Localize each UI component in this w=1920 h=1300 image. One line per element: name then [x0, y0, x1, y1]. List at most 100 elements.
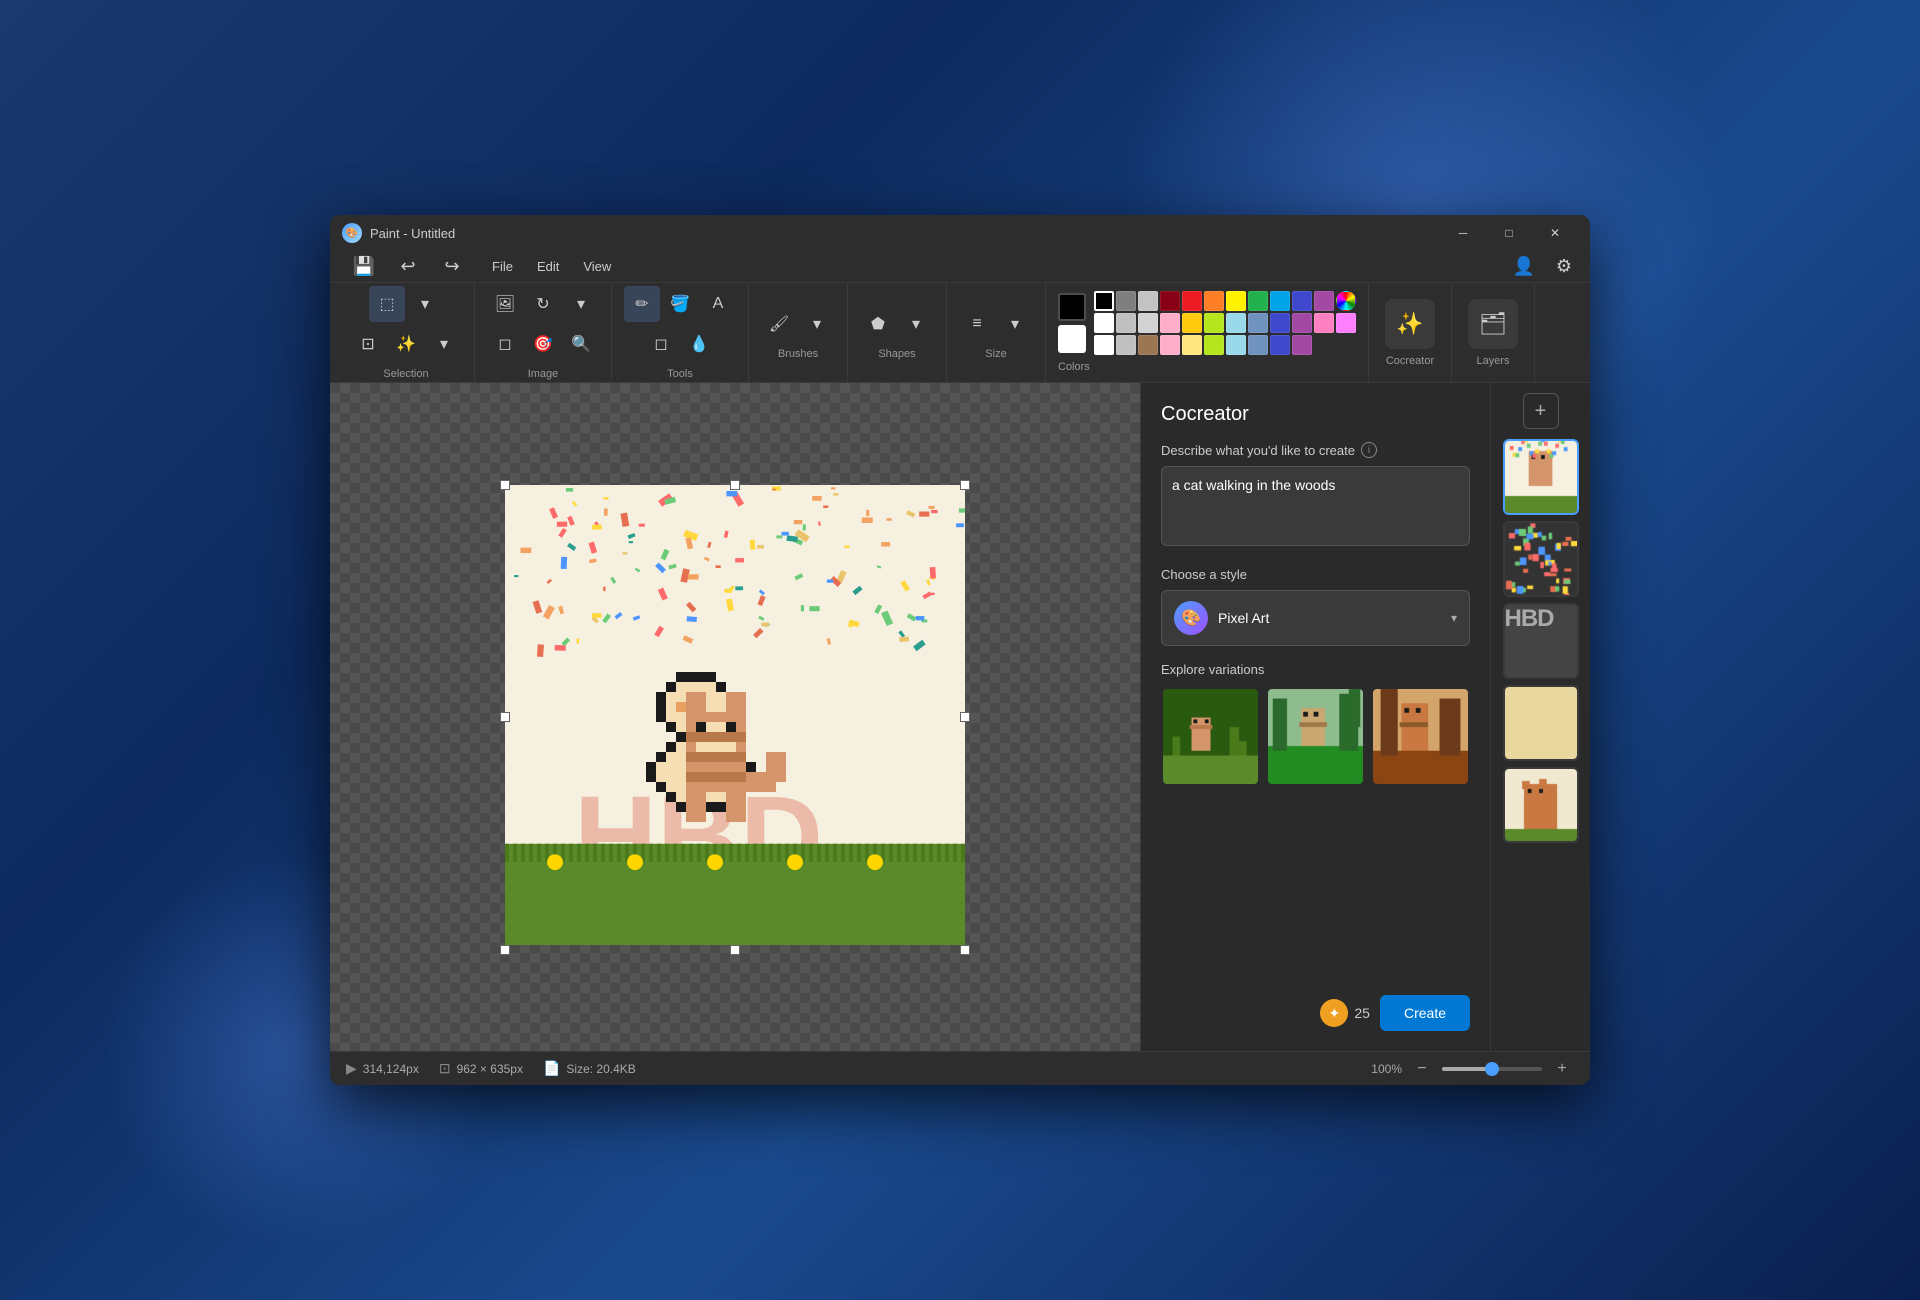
variation-1[interactable]: [1161, 687, 1260, 786]
color-cornflower[interactable]: [1248, 313, 1268, 333]
layer-4[interactable]: [1503, 685, 1579, 761]
brush-main-button[interactable]: 🖌: [761, 306, 797, 342]
menu-file[interactable]: File: [482, 255, 523, 278]
close-button[interactable]: ✕: [1532, 215, 1578, 251]
color-gray2[interactable]: [1138, 291, 1158, 311]
handle-top-center[interactable]: [730, 480, 740, 490]
color-periwinkle[interactable]: [1248, 335, 1268, 355]
menu-view[interactable]: View: [573, 255, 621, 278]
color-ltgray[interactable]: [1138, 313, 1158, 333]
color-lime[interactable]: [1204, 313, 1224, 333]
layer-thumb-4-inner: [1505, 687, 1577, 759]
color-plum[interactable]: [1292, 313, 1312, 333]
eraser-tool-button[interactable]: ◻: [643, 326, 679, 362]
color-ltlime[interactable]: [1204, 335, 1224, 355]
background-color[interactable]: [1058, 325, 1086, 353]
color-sky[interactable]: [1226, 313, 1246, 333]
color-white[interactable]: [1094, 313, 1114, 333]
minimize-button[interactable]: ─: [1440, 215, 1486, 251]
color-black[interactable]: [1094, 291, 1114, 311]
zoom-out-button[interactable]: −: [1410, 1057, 1434, 1081]
layers-toolbar-button[interactable]: 🗂: [1468, 299, 1518, 349]
color-lavender[interactable]: [1270, 313, 1290, 333]
info-icon[interactable]: i: [1361, 442, 1377, 458]
color-ltblue[interactable]: [1226, 335, 1246, 355]
image-rotate-dropdown[interactable]: ▾: [563, 286, 599, 322]
handle-bot-left[interactable]: [500, 945, 510, 955]
selection-magic-button[interactable]: ✨: [388, 326, 424, 362]
cocreator-toolbar-button[interactable]: ✨: [1385, 299, 1435, 349]
colors-label: Colors: [1058, 361, 1356, 373]
variation-3[interactable]: [1371, 687, 1470, 786]
save-button[interactable]: 💾: [346, 249, 382, 285]
color-red[interactable]: [1182, 291, 1202, 311]
layer-5[interactable]: [1503, 767, 1579, 843]
add-layer-button[interactable]: +: [1523, 393, 1559, 429]
maximize-button[interactable]: □: [1486, 215, 1532, 251]
redo-button[interactable]: ↪: [434, 249, 470, 285]
handle-mid-right[interactable]: [960, 712, 970, 722]
canvas-area[interactable]: [330, 383, 1140, 1051]
style-dropdown[interactable]: 🎨 Pixel Art ▾: [1161, 590, 1470, 646]
image-select-color-button[interactable]: 🎯: [525, 326, 561, 362]
selection-dropdown2[interactable]: ▾: [426, 326, 462, 362]
color-tan[interactable]: [1138, 335, 1158, 355]
size-main-button[interactable]: ≡: [959, 306, 995, 342]
shape-main-button[interactable]: ⬟: [860, 306, 896, 342]
color-silver[interactable]: [1116, 313, 1136, 333]
zoom-in-button[interactable]: +: [1550, 1057, 1574, 1081]
pencil-button[interactable]: ✏: [624, 286, 660, 322]
color-s2[interactable]: [1116, 335, 1136, 355]
settings-button[interactable]: ⚙: [1546, 249, 1582, 285]
color-rainbow[interactable]: [1336, 291, 1356, 311]
menu-edit[interactable]: Edit: [527, 255, 569, 278]
shapes-buttons: ⬟ ▾: [860, 306, 934, 342]
color-teal[interactable]: [1270, 291, 1290, 311]
color-darkred[interactable]: [1160, 291, 1180, 311]
color-peach[interactable]: [1160, 335, 1180, 355]
handle-bot-center[interactable]: [730, 945, 740, 955]
layer-2[interactable]: [1503, 521, 1579, 597]
color-gray1[interactable]: [1116, 291, 1136, 311]
color-ltyellow[interactable]: [1182, 335, 1202, 355]
shape-dropdown[interactable]: ▾: [898, 306, 934, 342]
color-violet[interactable]: [1336, 313, 1356, 333]
image-rotate-button[interactable]: ↻: [525, 286, 561, 322]
variation-2[interactable]: [1266, 687, 1365, 786]
color-green[interactable]: [1248, 291, 1268, 311]
color-yellow[interactable]: [1226, 291, 1246, 311]
foreground-color[interactable]: [1058, 293, 1086, 321]
color-navy[interactable]: [1270, 335, 1290, 355]
color-picker-button[interactable]: 💧: [681, 326, 717, 362]
image-eraser-button[interactable]: ◻: [487, 326, 523, 362]
text-button[interactable]: A: [700, 286, 736, 322]
selection-dropdown[interactable]: ▾: [407, 286, 443, 322]
color-pink[interactable]: [1314, 313, 1334, 333]
account-button[interactable]: 👤: [1506, 249, 1542, 285]
color-rose[interactable]: [1160, 313, 1180, 333]
main-canvas[interactable]: [505, 485, 965, 945]
handle-bot-right[interactable]: [960, 945, 970, 955]
image-resize-button[interactable]: 🖼: [487, 286, 523, 322]
create-button[interactable]: Create: [1380, 995, 1470, 1031]
handle-top-right[interactable]: [960, 480, 970, 490]
image-zoom-button[interactable]: 🔍: [563, 326, 599, 362]
handle-top-left[interactable]: [500, 480, 510, 490]
zoom-slider[interactable]: [1442, 1067, 1542, 1071]
color-blue[interactable]: [1292, 291, 1312, 311]
selection-crop-button[interactable]: ⊡: [350, 326, 386, 362]
color-purple[interactable]: [1314, 291, 1334, 311]
color-gold[interactable]: [1182, 313, 1202, 333]
fill-button[interactable]: 🪣: [662, 286, 698, 322]
layer-3[interactable]: HBD: [1503, 603, 1579, 679]
describe-textarea[interactable]: a cat walking in the woods: [1161, 466, 1470, 546]
color-w2[interactable]: [1094, 335, 1114, 355]
selection-rect-button[interactable]: ⬚: [369, 286, 405, 322]
undo-button[interactable]: ↩: [390, 249, 426, 285]
handle-mid-left[interactable]: [500, 712, 510, 722]
color-mauve[interactable]: [1292, 335, 1312, 355]
layer-1[interactable]: [1503, 439, 1579, 515]
color-orange[interactable]: [1204, 291, 1224, 311]
size-dropdown[interactable]: ▾: [997, 306, 1033, 342]
brush-dropdown[interactable]: ▾: [799, 306, 835, 342]
